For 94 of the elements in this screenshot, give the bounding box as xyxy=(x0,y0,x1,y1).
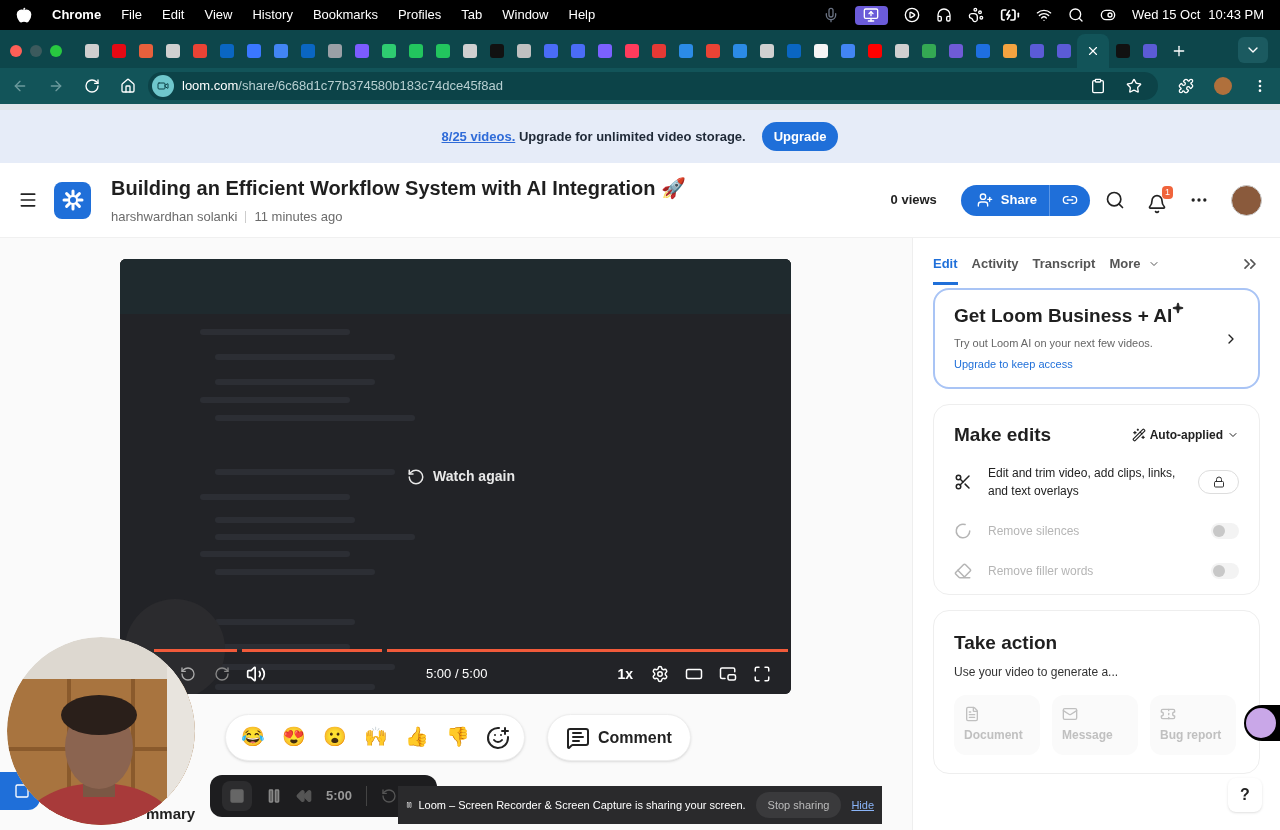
paw-icon[interactable] xyxy=(967,7,984,23)
upgrade-button[interactable]: Upgrade xyxy=(761,122,839,151)
view-count: 0 views xyxy=(890,191,937,210)
wand-icon xyxy=(1131,428,1146,443)
sparkle-icon xyxy=(1172,302,1185,314)
envelope-icon xyxy=(1062,706,1078,722)
recording-time: 5:00 xyxy=(326,787,353,806)
site-badge[interactable] xyxy=(152,75,174,97)
back-icon[interactable] xyxy=(12,78,28,94)
section-heading: mmary xyxy=(146,804,196,824)
url-text: loom.com/share/6c68d1c77b374580b183c74dce45f8ad xyxy=(182,77,503,96)
lock-icon xyxy=(1212,475,1225,488)
menu-item[interactable]: Window xyxy=(502,5,549,25)
sharing-message: Loom – Screen Recorder & Screen Capture is sharing your screen. xyxy=(418,797,746,813)
menu-item[interactable]: Help xyxy=(568,5,596,25)
menu-item[interactable]: View xyxy=(204,5,233,25)
upgrade-link[interactable]: Upgrade to keep access xyxy=(954,358,1073,370)
menu-item[interactable]: Chrome xyxy=(52,5,102,25)
camera-icon xyxy=(157,80,169,92)
add-user-icon xyxy=(976,192,993,208)
promo-card[interactable]: Get Loom Business + AI Try out Loom AI on your next few videos. Upgrade to keep access xyxy=(933,288,1260,389)
copy-link-button[interactable] xyxy=(1050,184,1090,216)
reload-icon[interactable] xyxy=(84,78,100,94)
control-center-icon[interactable] xyxy=(1099,7,1116,23)
menu-item[interactable]: Edit xyxy=(162,5,185,25)
panel-tab[interactable]: More xyxy=(1109,254,1161,285)
close-icon xyxy=(1086,44,1100,58)
panel-tab[interactable]: Edit xyxy=(933,254,958,285)
menu-item[interactable]: Profiles xyxy=(397,5,442,25)
scissors-icon xyxy=(954,472,972,491)
bookmark-icon[interactable] xyxy=(1126,78,1142,94)
clipboard-icon[interactable] xyxy=(1090,78,1106,94)
help-button[interactable]: ? xyxy=(1228,778,1262,812)
card-title: Take action xyxy=(954,630,1059,655)
avatar-icon xyxy=(1246,708,1276,738)
promo-title: Get Loom Business + AI xyxy=(954,304,1173,328)
ticket-icon xyxy=(1160,706,1176,722)
video-count-link[interactable]: 8/25 videos. xyxy=(441,128,516,144)
extensions-icon[interactable] xyxy=(1178,78,1194,94)
edit-option-label: Remove silences xyxy=(988,522,1081,540)
card-subtitle: Use your video to generate a... xyxy=(954,664,1120,681)
screen-share-icon xyxy=(863,7,880,23)
banner-text: Upgrade for unlimited video storage. xyxy=(518,128,746,144)
menu-item[interactable]: History xyxy=(252,5,293,25)
document-icon xyxy=(964,706,980,722)
hide-link[interactable]: Hide xyxy=(851,796,874,814)
comment-button[interactable]: Comment xyxy=(547,714,691,761)
card-title: Make edits xyxy=(954,423,1053,447)
search-icon[interactable] xyxy=(1067,7,1084,23)
eraser-icon xyxy=(954,561,972,580)
share-button[interactable]: Share xyxy=(960,184,1050,216)
maximize-window-icon[interactable] xyxy=(50,45,62,57)
stop-icon xyxy=(229,788,245,804)
stop-sharing-button[interactable]: Stop sharing xyxy=(755,792,842,818)
loom-logo[interactable] xyxy=(54,181,91,219)
menu-clock[interactable]: 10:43 PM xyxy=(1208,5,1264,25)
wifi-icon[interactable] xyxy=(1035,7,1052,23)
play-icon[interactable] xyxy=(903,7,920,23)
pause-icon xyxy=(406,799,413,811)
user-avatar[interactable] xyxy=(1231,184,1262,216)
assistant-avatar[interactable] xyxy=(1244,705,1280,741)
forward-icon[interactable] xyxy=(48,78,64,94)
menu-icon[interactable] xyxy=(18,190,38,210)
edit-option-label: Remove filler words xyxy=(988,562,1095,580)
menu-date[interactable]: Wed 15 Oct xyxy=(1131,5,1201,25)
panel-tab[interactable]: Activity xyxy=(971,254,1019,285)
panel-tab[interactable]: Transcript xyxy=(1032,254,1096,285)
author-name[interactable]: harshwardhan solanki xyxy=(111,207,238,227)
tab-search-button[interactable] xyxy=(1238,37,1268,63)
bell-icon xyxy=(1147,194,1167,214)
menu-item[interactable]: File xyxy=(121,5,143,25)
promo-text: Try out Loom AI on your next few videos. xyxy=(954,335,1154,351)
pause-icon[interactable] xyxy=(266,788,282,804)
comment-icon xyxy=(566,725,590,750)
headphones-icon[interactable] xyxy=(935,7,952,23)
restart-icon[interactable] xyxy=(381,788,398,804)
add-reaction-icon[interactable] xyxy=(486,725,510,750)
apple-icon[interactable] xyxy=(16,7,32,23)
new-tab-icon[interactable] xyxy=(1171,43,1187,59)
notification-badge: 1 xyxy=(1162,186,1173,199)
screen-share-button[interactable] xyxy=(854,5,888,25)
upload-time: 11 minutes ago xyxy=(254,208,343,227)
menu-item[interactable]: Bookmarks xyxy=(312,5,378,25)
search-icon[interactable] xyxy=(1105,190,1125,210)
address-bar[interactable]: loom.com/share/6c68d1c77b374580b183c74dce45f8ad xyxy=(148,72,1158,100)
stop-button[interactable] xyxy=(222,781,252,811)
square-icon xyxy=(14,783,30,799)
home-icon[interactable] xyxy=(120,78,136,94)
menu-item[interactable]: Tab xyxy=(461,5,483,25)
close-window-icon[interactable] xyxy=(10,45,22,57)
spinner-icon xyxy=(954,521,972,540)
edit-option-label: Edit and trim video, add clips, links, and text overlays xyxy=(988,464,1177,500)
video-title: Building an Efficient Workflow System with AI Integration 🚀 xyxy=(111,176,687,202)
auto-applied-dropdown[interactable]: Auto-applied xyxy=(1131,426,1239,445)
